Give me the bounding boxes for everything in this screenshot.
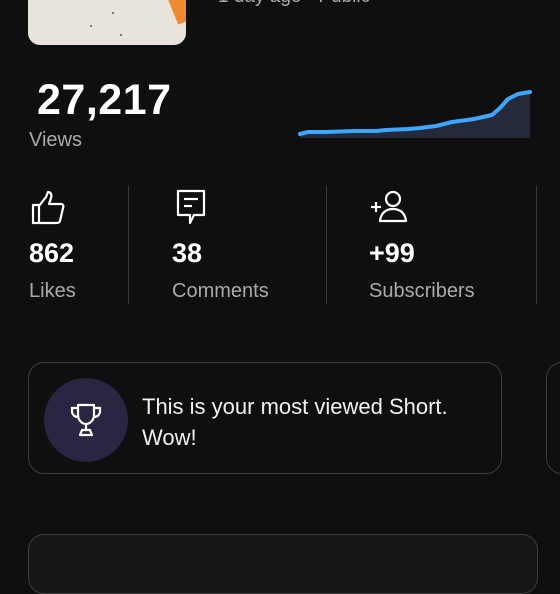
stat-comments[interactable]: 38 Comments (172, 188, 312, 302)
thumbnail-stripe (155, 0, 186, 25)
video-thumbnail[interactable] (28, 0, 186, 45)
thumbnail-speck (112, 12, 114, 14)
thumbnail-speck (90, 25, 92, 27)
stat-subscribers[interactable]: +99 Subscribers (369, 188, 509, 302)
bottom-card[interactable] (28, 534, 538, 594)
likes-count: 862 (29, 238, 75, 268)
stat-divider (128, 186, 129, 304)
likes-label: Likes (29, 280, 76, 302)
views-label: Views (29, 129, 82, 151)
trophy-icon (70, 403, 102, 437)
views-count: 27,217 (37, 76, 172, 124)
highlight-card[interactable]: This is your most viewed Short. Wow! (28, 362, 502, 474)
highlight-message: This is your most viewed Short. Wow! (142, 394, 448, 450)
comments-label: Comments (172, 280, 269, 302)
next-card-peek[interactable] (546, 362, 560, 474)
stat-divider (536, 186, 537, 304)
video-meta: 1 day ago · Public (218, 0, 370, 8)
views-sparkline (298, 90, 532, 138)
stat-likes[interactable]: 862 Likes (29, 188, 169, 302)
subscribers-label: Subscribers (369, 280, 475, 302)
stat-divider (326, 186, 327, 304)
add-person-icon (371, 190, 408, 223)
trophy-badge (44, 378, 128, 462)
thumbs-up-icon (31, 190, 65, 225)
comments-count: 38 (172, 238, 203, 268)
comment-icon (176, 189, 206, 225)
subscribers-count: +99 (369, 238, 415, 268)
thumbnail-speck (120, 34, 122, 36)
